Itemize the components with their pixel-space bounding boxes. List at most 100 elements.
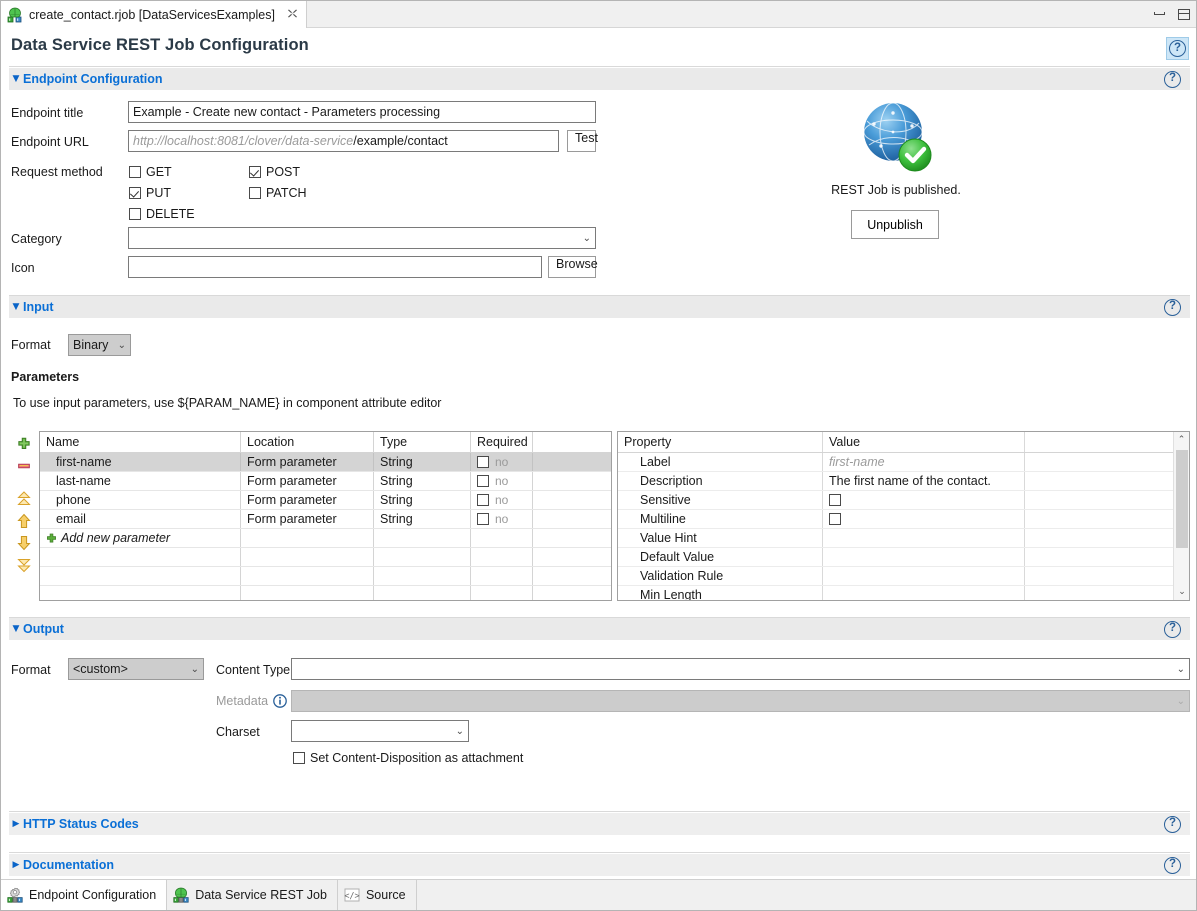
property-value[interactable]: first-name bbox=[823, 453, 1025, 471]
section-help-documentation[interactable]: ? bbox=[1161, 854, 1184, 877]
unpublish-button[interactable]: Unpublish bbox=[851, 210, 939, 239]
charset-combobox[interactable]: ⌄ bbox=[291, 720, 469, 742]
property-row-label[interactable]: Label first-name bbox=[618, 453, 1173, 472]
checkbox-icon[interactable] bbox=[477, 494, 489, 506]
checkbox-icon[interactable] bbox=[829, 494, 841, 506]
properties-vertical-scrollbar[interactable]: ⌃ ⌄ bbox=[1173, 432, 1189, 600]
table-row[interactable]: email Form parameter String no bbox=[40, 510, 611, 529]
checkbox-icon[interactable] bbox=[477, 456, 489, 468]
property-value[interactable] bbox=[823, 491, 1025, 509]
method-checkbox-patch[interactable]: PATCH bbox=[249, 186, 307, 200]
section-help-input[interactable]: ? bbox=[1161, 296, 1184, 319]
property-value[interactable] bbox=[823, 548, 1025, 566]
method-checkbox-put[interactable]: PUT bbox=[129, 186, 171, 200]
endpoint-title-input[interactable]: Example - Create new contact - Parameter… bbox=[128, 101, 596, 123]
table-row[interactable]: first-name Form parameter String no bbox=[40, 453, 611, 472]
browse-button[interactable]: Browse bbox=[548, 256, 596, 278]
scroll-down-icon[interactable]: ⌄ bbox=[1174, 584, 1190, 600]
cell-blank bbox=[533, 510, 611, 528]
add-new-parameter-row[interactable]: Add new parameter bbox=[40, 529, 611, 548]
property-value[interactable] bbox=[823, 510, 1025, 528]
cell-required[interactable]: no bbox=[471, 453, 533, 471]
method-checkbox-get[interactable]: GET bbox=[129, 165, 172, 179]
input-format-combobox[interactable]: Binary ⌄ bbox=[68, 334, 131, 356]
section-help-http-status-codes[interactable]: ? bbox=[1161, 813, 1184, 836]
property-row-min-length[interactable]: Min Length bbox=[618, 586, 1173, 601]
add-parameter-icon[interactable] bbox=[14, 434, 34, 454]
move-to-bottom-icon[interactable] bbox=[14, 555, 34, 575]
test-button[interactable]: Test bbox=[567, 130, 596, 152]
section-endpoint-configuration-header[interactable]: ▼ Endpoint Configuration ? bbox=[9, 68, 1190, 90]
endpoint-url-input[interactable]: http://localhost:8081/clover/data-servic… bbox=[128, 130, 559, 152]
parameters-table[interactable]: Name Location Type Required first-name F… bbox=[39, 431, 612, 601]
chevron-right-icon[interactable]: ▶ bbox=[9, 860, 23, 870]
page-help-button[interactable]: ? bbox=[1166, 37, 1189, 60]
section-http-status-codes-header[interactable]: ▶ HTTP Status Codes ? bbox=[9, 813, 1190, 835]
property-value[interactable]: The first name of the contact. bbox=[823, 472, 1025, 490]
maximize-icon[interactable] bbox=[1178, 9, 1190, 20]
chevron-right-icon[interactable]: ▶ bbox=[9, 819, 23, 829]
tab-endpoint-configuration[interactable]: Endpoint Configuration bbox=[1, 880, 167, 910]
editor-tab-create-contact[interactable]: create_contact.rjob [DataServicesExample… bbox=[1, 1, 307, 28]
move-down-icon[interactable] bbox=[14, 533, 34, 553]
section-input-header[interactable]: ▼ Input ? bbox=[9, 296, 1190, 318]
tab-source[interactable]: </> Source bbox=[338, 880, 417, 910]
property-value[interactable] bbox=[823, 567, 1025, 585]
add-parameter-icon bbox=[46, 533, 57, 544]
cell-required[interactable]: no bbox=[471, 472, 533, 490]
minimize-icon[interactable] bbox=[1154, 12, 1165, 15]
category-combobox[interactable]: ⌄ bbox=[128, 227, 596, 249]
property-row-validation-rule[interactable]: Validation Rule bbox=[618, 567, 1173, 586]
close-icon[interactable] bbox=[286, 8, 298, 22]
add-new-parameter-cell[interactable]: Add new parameter bbox=[40, 529, 241, 547]
table-row[interactable]: last-name Form parameter String no bbox=[40, 472, 611, 491]
cell-required[interactable]: no bbox=[471, 491, 533, 509]
property-row-value-hint[interactable]: Value Hint bbox=[618, 529, 1173, 548]
cell-location: Form parameter bbox=[241, 472, 374, 490]
table-row[interactable]: phone Form parameter String no bbox=[40, 491, 611, 510]
section-documentation-header[interactable]: ▶ Documentation ? bbox=[9, 854, 1190, 876]
chevron-down-icon[interactable]: ▼ bbox=[9, 302, 23, 312]
info-icon[interactable] bbox=[273, 694, 287, 708]
remove-parameter-icon[interactable] bbox=[14, 456, 34, 476]
cell-blank bbox=[1025, 453, 1173, 471]
chevron-down-icon: ⌄ bbox=[456, 726, 464, 737]
property-row-sensitive[interactable]: Sensitive bbox=[618, 491, 1173, 510]
help-icon: ? bbox=[1164, 71, 1181, 88]
property-row-multiline[interactable]: Multiline bbox=[618, 510, 1173, 529]
table-empty-row bbox=[40, 548, 611, 567]
move-to-top-icon[interactable] bbox=[14, 489, 34, 509]
parameter-properties-table[interactable]: Property Value Label first-name Descript… bbox=[617, 431, 1190, 601]
publish-status-text: REST Job is published. bbox=[761, 183, 1031, 197]
property-row-description[interactable]: Description The first name of the contac… bbox=[618, 472, 1173, 491]
content-disposition-checkbox[interactable]: Set Content-Disposition as attachment bbox=[293, 751, 523, 765]
move-up-icon[interactable] bbox=[14, 511, 34, 531]
chevron-down-icon: ⌄ bbox=[1177, 664, 1185, 675]
tab-data-service-rest-job[interactable]: Data Service REST Job bbox=[167, 880, 338, 910]
checkbox-icon[interactable] bbox=[477, 513, 489, 525]
property-value[interactable] bbox=[823, 529, 1025, 547]
method-checkbox-post[interactable]: POST bbox=[249, 165, 300, 179]
icon-input[interactable] bbox=[128, 256, 542, 278]
checkbox-icon[interactable] bbox=[829, 513, 841, 525]
help-icon: ? bbox=[1164, 816, 1181, 833]
method-checkbox-delete[interactable]: DELETE bbox=[129, 207, 195, 221]
cell-name: first-name bbox=[40, 453, 241, 471]
section-help-output[interactable]: ? bbox=[1161, 618, 1184, 641]
section-help-endpoint-configuration[interactable]: ? bbox=[1161, 68, 1184, 91]
scrollbar-thumb[interactable] bbox=[1176, 450, 1188, 548]
chevron-down-icon[interactable]: ▼ bbox=[9, 624, 23, 634]
scroll-up-icon[interactable]: ⌃ bbox=[1174, 432, 1189, 448]
section-output-header[interactable]: ▼ Output ? bbox=[9, 618, 1190, 640]
cell-blank bbox=[533, 491, 611, 509]
output-format-combobox[interactable]: <custom> ⌄ bbox=[68, 658, 204, 680]
property-value[interactable] bbox=[823, 586, 1025, 601]
help-icon: ? bbox=[1164, 857, 1181, 874]
chevron-down-icon[interactable]: ▼ bbox=[9, 74, 23, 84]
content-type-label: Content Type bbox=[216, 663, 290, 677]
cell-required[interactable]: no bbox=[471, 510, 533, 528]
checkbox-icon[interactable] bbox=[477, 475, 489, 487]
input-format-label: Format bbox=[11, 338, 51, 352]
content-type-combobox[interactable]: ⌄ bbox=[291, 658, 1190, 680]
property-row-default-value[interactable]: Default Value bbox=[618, 548, 1173, 567]
